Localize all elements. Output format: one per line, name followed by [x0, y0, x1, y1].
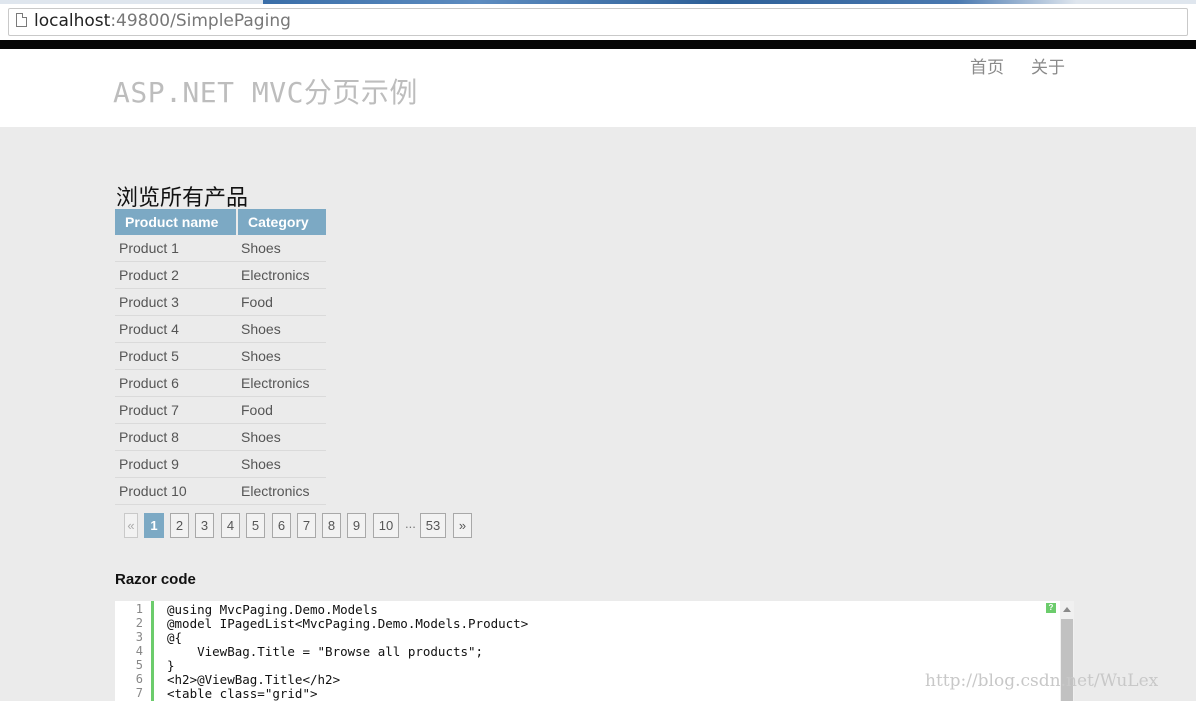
cell-product-name: Product 6 [115, 369, 237, 397]
pager-ellipsis: ... [405, 516, 416, 531]
cell-product-name: Product 1 [115, 235, 237, 262]
cell-product-name: Product 5 [115, 342, 237, 370]
table-row: Product 9 Shoes [115, 450, 326, 478]
page-icon [16, 13, 27, 27]
table-row: Product 1 Shoes [115, 235, 326, 262]
pager-page-3[interactable]: 3 [195, 513, 214, 538]
cell-category: Shoes [237, 342, 326, 370]
cell-product-name: Product 10 [115, 477, 237, 505]
table-row: Product 8 Shoes [115, 423, 326, 451]
browser-address-bar: localhost:49800/SimplePaging [0, 0, 1196, 41]
pager-page-7[interactable]: 7 [297, 513, 316, 538]
line-number: 5 [135, 658, 143, 672]
code-line: @using MvcPaging.Demo.Models [167, 602, 378, 617]
line-number: 3 [135, 630, 143, 644]
cell-product-name: Product 8 [115, 423, 237, 451]
product-table: Product name Category Product 1 Shoes Prod… [115, 209, 326, 505]
top-dark-bar [0, 40, 1196, 49]
column-header-category[interactable]: Category [237, 209, 326, 235]
cell-category: Shoes [237, 235, 326, 262]
code-line: @{ [167, 630, 183, 645]
pager-page-last[interactable]: 53 [420, 513, 446, 538]
cell-category: Shoes [237, 450, 326, 478]
pager-next-button[interactable]: » [453, 513, 472, 538]
pager-page-8[interactable]: 8 [322, 513, 341, 538]
watermark: http://blog.csdn.net/WuLex [925, 671, 1159, 691]
scroll-up-arrow-icon[interactable] [1063, 607, 1071, 612]
page-heading: 浏览所有产品 [116, 186, 249, 211]
pager-page-6[interactable]: 6 [272, 513, 291, 538]
cell-category: Electronics [237, 477, 326, 505]
cell-category: Food [237, 288, 326, 316]
code-line: <h2>@ViewBag.Title</h2> [167, 672, 341, 687]
table-header-row: Product name Category [115, 209, 326, 235]
nav-home-link[interactable]: 首页 [970, 53, 1004, 78]
code-line: } [167, 658, 175, 673]
pager-page-10[interactable]: 10 [373, 513, 399, 538]
cell-category: Shoes [237, 423, 326, 451]
cell-product-name: Product 4 [115, 315, 237, 343]
pager-page-5[interactable]: 5 [246, 513, 265, 538]
cell-category: Electronics [237, 261, 326, 289]
table-row: Product 4 Shoes [115, 315, 326, 343]
browser-tab-strip [0, 0, 1196, 4]
pager-prev-button[interactable]: « [124, 513, 138, 538]
cell-product-name: Product 7 [115, 396, 237, 424]
expand-code-icon[interactable]: ? [1046, 603, 1056, 613]
code-line: ViewBag.Title = "Browse all products"; [167, 644, 484, 659]
pager-page-4[interactable]: 4 [221, 513, 240, 538]
table-row: Product 3 Food [115, 288, 326, 316]
code-line: <table class="grid"> [167, 686, 318, 701]
table-row: Product 10 Electronics [115, 477, 326, 505]
code-line: @model IPagedList<MvcPaging.Demo.Models.… [167, 616, 529, 631]
nav-about-link[interactable]: 关于 [1031, 53, 1065, 78]
line-number: 2 [135, 616, 143, 630]
pager-page-9[interactable]: 9 [347, 513, 366, 538]
url-text[interactable]: localhost:49800/SimplePaging [34, 11, 291, 31]
table-row: Product 6 Electronics [115, 369, 326, 397]
line-number: 6 [135, 672, 143, 686]
cell-product-name: Product 9 [115, 450, 237, 478]
line-number: 1 [135, 602, 143, 616]
pager-page-2[interactable]: 2 [170, 513, 189, 538]
razor-code-title: Razor code [115, 571, 196, 588]
table-row: Product 7 Food [115, 396, 326, 424]
url-host: localhost [34, 11, 111, 31]
cell-product-name: Product 2 [115, 261, 237, 289]
line-number-gutter: 1234567 [115, 601, 154, 701]
table-row: Product 5 Shoes [115, 342, 326, 370]
line-number: 4 [135, 644, 143, 658]
line-number: 7 [135, 686, 143, 700]
cell-product-name: Product 3 [115, 288, 237, 316]
cell-category: Electronics [237, 369, 326, 397]
table-row: Product 2 Electronics [115, 261, 326, 289]
pager-page-1[interactable]: 1 [144, 513, 164, 538]
site-header: ASP.NET MVC分页示例 首页 关于 [0, 49, 1196, 127]
site-title[interactable]: ASP.NET MVC分页示例 [113, 71, 418, 111]
cell-category: Shoes [237, 315, 326, 343]
table-body: Product 1 Shoes Product 2 Electronics Produc… [115, 235, 326, 505]
column-header-product-name[interactable]: Product name [115, 209, 238, 235]
url-path: :49800/SimplePaging [110, 11, 291, 31]
cell-category: Food [237, 396, 326, 424]
